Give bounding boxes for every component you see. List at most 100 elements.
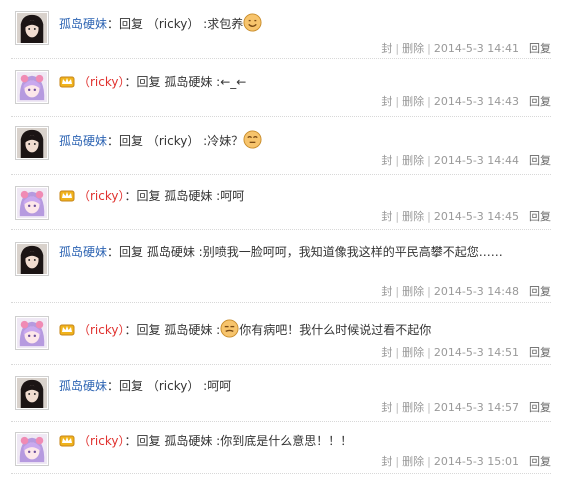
crown-icon bbox=[59, 74, 75, 88]
reply-meta: 封 | 删除 | 2014-5-3 14:43 回复 bbox=[381, 93, 551, 109]
user-avatar[interactable] bbox=[15, 316, 49, 350]
reply-button[interactable]: 回复 bbox=[529, 401, 551, 414]
separator: | bbox=[427, 455, 431, 468]
reply-meta: 封 | 删除 | 2014-5-3 15:01 回复 bbox=[381, 453, 551, 469]
reply-prefix: ：回复 bbox=[107, 245, 147, 259]
reply-item: （ricky）：回复 孤岛硬妹 : 你有病吧！我什么时候说过看不起你 封 | 删除 | 2… bbox=[0, 304, 561, 366]
user-avatar[interactable] bbox=[15, 70, 49, 104]
pink-hair-avatar-icon bbox=[17, 434, 47, 464]
reply-text: 孤岛硬妹：回复 孤岛硬妹 :别喷我一脸呵呵，我知道像我这样的平民高攀不起您…… bbox=[59, 243, 551, 279]
reply-prefix: ：回复 bbox=[124, 434, 165, 448]
delete-link[interactable]: 删除 bbox=[402, 210, 424, 223]
reply-target: 孤岛硬妹 bbox=[164, 75, 213, 89]
separator: | bbox=[395, 401, 400, 414]
username-link[interactable]: （ricky） bbox=[78, 434, 125, 448]
reply-target: （ricky） bbox=[146, 134, 200, 148]
reply-content: :你到底是什么意思！！！ bbox=[212, 434, 353, 448]
crown-icon bbox=[59, 188, 75, 202]
reply-text: （ricky）：回复 孤岛硬妹 : 你有病吧！我什么时候说过看不起你 bbox=[59, 319, 551, 340]
username-link[interactable]: （ricky） bbox=[78, 323, 125, 337]
separator: | bbox=[395, 455, 400, 468]
dark-hair-avatar-icon bbox=[17, 128, 47, 158]
reply-content: :别喷我一脸呵呵，我知道像我这样的平民高攀不起您…… bbox=[194, 245, 503, 259]
reply-button[interactable]: 回复 bbox=[529, 346, 551, 359]
reply-button[interactable]: 回复 bbox=[529, 95, 551, 108]
user-avatar[interactable] bbox=[15, 242, 49, 276]
seal-link[interactable]: 封 bbox=[381, 154, 392, 167]
delete-link[interactable]: 删除 bbox=[402, 455, 424, 468]
reply-prefix: ：回复 bbox=[107, 17, 147, 31]
separator: | bbox=[427, 210, 431, 223]
delete-link[interactable]: 删除 bbox=[402, 346, 424, 359]
delete-link[interactable]: 删除 bbox=[402, 42, 424, 55]
user-avatar[interactable] bbox=[15, 376, 49, 410]
reply-text: 孤岛硬妹：回复 （ricky） :呵呵 bbox=[59, 376, 551, 396]
seal-link[interactable]: 封 bbox=[381, 95, 392, 108]
divider bbox=[11, 174, 551, 175]
user-avatar[interactable] bbox=[15, 432, 49, 466]
smiley-icon bbox=[243, 130, 262, 149]
reply-target: 孤岛硬妹 bbox=[164, 189, 213, 203]
reply-button[interactable]: 回复 bbox=[529, 42, 551, 55]
seal-link[interactable]: 封 bbox=[381, 42, 392, 55]
reply-target: 孤岛硬妹 bbox=[164, 434, 213, 448]
reply-button[interactable]: 回复 bbox=[529, 285, 551, 298]
separator: | bbox=[395, 95, 400, 108]
reply-meta: 封 | 删除 | 2014-5-3 14:41 回复 bbox=[381, 40, 551, 56]
reply-text: 孤岛硬妹：回复 （ricky） :冷妹？ bbox=[59, 130, 551, 151]
reply-text: 孤岛硬妹：回复 （ricky） :求包养 bbox=[59, 13, 551, 34]
reply-meta: 封 | 删除 | 2014-5-3 14:45 回复 bbox=[381, 208, 551, 224]
username-link[interactable]: （ricky） bbox=[78, 75, 125, 89]
reply-prefix: ：回复 bbox=[124, 189, 165, 203]
seal-link[interactable]: 封 bbox=[381, 346, 392, 359]
reply-button[interactable]: 回复 bbox=[529, 154, 551, 167]
smiley-icon bbox=[220, 319, 239, 338]
pink-hair-avatar-icon bbox=[17, 188, 47, 218]
reply-prefix: ：回复 bbox=[107, 134, 147, 148]
seal-link[interactable]: 封 bbox=[381, 401, 392, 414]
user-avatar[interactable] bbox=[15, 186, 49, 220]
reply-time: 2014-5-3 14:51 bbox=[433, 346, 519, 359]
reply-button[interactable]: 回复 bbox=[529, 210, 551, 223]
reply-time: 2014-5-3 14:41 bbox=[433, 42, 519, 55]
reply-meta: 封 | 删除 | 2014-5-3 14:48 回复 bbox=[381, 283, 551, 299]
dark-hair-avatar-icon bbox=[17, 244, 47, 274]
separator: | bbox=[427, 346, 431, 359]
delete-link[interactable]: 删除 bbox=[402, 285, 424, 298]
delete-link[interactable]: 删除 bbox=[402, 401, 424, 414]
reply-time: 2014-5-3 14:57 bbox=[433, 401, 519, 414]
reply-text: （ricky）：回复 孤岛硬妹 :你到底是什么意思！！！ bbox=[59, 431, 551, 451]
reply-meta: 封 | 删除 | 2014-5-3 14:57 回复 bbox=[381, 399, 551, 415]
reply-item: （ricky）：回复 孤岛硬妹 :←_← 封 | 删除 | 2014-5-3 14:43… bbox=[0, 60, 561, 118]
reply-content: :冷妹？ bbox=[199, 134, 244, 148]
delete-link[interactable]: 删除 bbox=[402, 154, 424, 167]
crown-icon bbox=[59, 322, 75, 336]
reply-item: 孤岛硬妹：回复 孤岛硬妹 :别喷我一脸呵呵，我知道像我这样的平民高攀不起您…… … bbox=[0, 230, 561, 304]
username-link[interactable]: （ricky） bbox=[78, 189, 125, 203]
separator: | bbox=[427, 285, 431, 298]
seal-link[interactable]: 封 bbox=[381, 285, 392, 298]
pink-hair-avatar-icon bbox=[17, 318, 47, 348]
reply-item: （ricky）：回复 孤岛硬妹 :你到底是什么意思！！！ 封 | 删除 | 2014-5… bbox=[0, 422, 561, 478]
username-link[interactable]: 孤岛硬妹 bbox=[59, 134, 107, 148]
separator: | bbox=[395, 210, 400, 223]
divider bbox=[11, 58, 551, 59]
reply-content: :求包养 bbox=[199, 17, 244, 31]
seal-link[interactable]: 封 bbox=[381, 210, 392, 223]
username-link[interactable]: 孤岛硬妹 bbox=[59, 379, 107, 393]
reply-time: 2014-5-3 14:43 bbox=[433, 95, 519, 108]
username-link[interactable]: 孤岛硬妹 bbox=[59, 245, 107, 259]
reply-target: （ricky） bbox=[146, 379, 200, 393]
reply-time: 2014-5-3 15:01 bbox=[433, 455, 519, 468]
user-avatar[interactable] bbox=[15, 11, 49, 45]
reply-meta: 封 | 删除 | 2014-5-3 14:51 回复 bbox=[381, 344, 551, 360]
reply-button[interactable]: 回复 bbox=[529, 455, 551, 468]
reply-time: 2014-5-3 14:44 bbox=[433, 154, 519, 167]
reply-target: 孤岛硬妹 bbox=[164, 323, 213, 337]
divider bbox=[11, 302, 551, 303]
user-avatar[interactable] bbox=[15, 126, 49, 160]
delete-link[interactable]: 删除 bbox=[402, 95, 424, 108]
username-link[interactable]: 孤岛硬妹 bbox=[59, 17, 107, 31]
reply-item: 孤岛硬妹：回复 （ricky） :求包养 封 | 删除 | 2014-5-3 14:41… bbox=[0, 0, 561, 60]
seal-link[interactable]: 封 bbox=[381, 455, 392, 468]
